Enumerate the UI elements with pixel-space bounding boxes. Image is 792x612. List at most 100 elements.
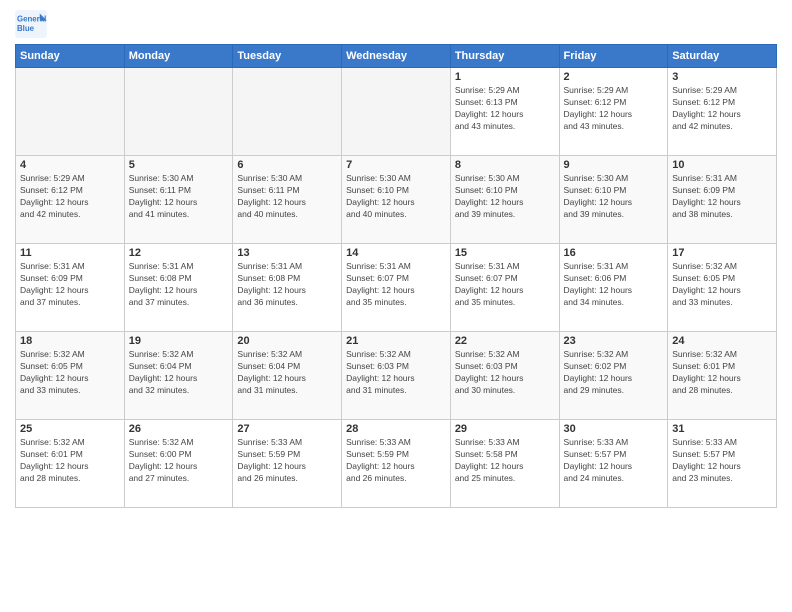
day-number: 18 <box>20 335 120 347</box>
day-number: 2 <box>564 71 664 83</box>
day-info: Sunrise: 5:32 AM Sunset: 6:02 PM Dayligh… <box>564 349 664 397</box>
calendar-header: SundayMondayTuesdayWednesdayThursdayFrid… <box>16 45 777 68</box>
day-info: Sunrise: 5:33 AM Sunset: 5:57 PM Dayligh… <box>672 437 772 485</box>
day-info: Sunrise: 5:32 AM Sunset: 6:05 PM Dayligh… <box>20 349 120 397</box>
calendar-cell: 12 Sunrise: 5:31 AM Sunset: 6:08 PM Dayli… <box>124 244 233 332</box>
calendar-cell: 8 Sunrise: 5:30 AM Sunset: 6:10 PM Daylig… <box>450 156 559 244</box>
weekday-header-monday: Monday <box>124 45 233 68</box>
day-info: Sunrise: 5:31 AM Sunset: 6:07 PM Dayligh… <box>455 261 555 309</box>
calendar-cell: 9 Sunrise: 5:30 AM Sunset: 6:10 PM Daylig… <box>559 156 668 244</box>
calendar-cell: 7 Sunrise: 5:30 AM Sunset: 6:10 PM Daylig… <box>342 156 451 244</box>
calendar-cell: 11 Sunrise: 5:31 AM Sunset: 6:09 PM Dayli… <box>16 244 125 332</box>
day-info: Sunrise: 5:32 AM Sunset: 6:03 PM Dayligh… <box>346 349 446 397</box>
page: General Blue SundayMondayTuesdayWednesda… <box>0 0 792 518</box>
calendar-cell: 26 Sunrise: 5:32 AM Sunset: 6:00 PM Dayli… <box>124 420 233 508</box>
day-info: Sunrise: 5:29 AM Sunset: 6:12 PM Dayligh… <box>564 85 664 133</box>
day-number: 23 <box>564 335 664 347</box>
day-number: 20 <box>237 335 337 347</box>
day-info: Sunrise: 5:32 AM Sunset: 6:04 PM Dayligh… <box>129 349 229 397</box>
day-info: Sunrise: 5:30 AM Sunset: 6:10 PM Dayligh… <box>455 173 555 221</box>
day-number: 4 <box>20 159 120 171</box>
day-info: Sunrise: 5:30 AM Sunset: 6:10 PM Dayligh… <box>346 173 446 221</box>
day-info: Sunrise: 5:32 AM Sunset: 6:01 PM Dayligh… <box>672 349 772 397</box>
calendar-cell: 19 Sunrise: 5:32 AM Sunset: 6:04 PM Dayli… <box>124 332 233 420</box>
day-info: Sunrise: 5:33 AM Sunset: 5:57 PM Dayligh… <box>564 437 664 485</box>
day-info: Sunrise: 5:29 AM Sunset: 6:13 PM Dayligh… <box>455 85 555 133</box>
day-number: 7 <box>346 159 446 171</box>
day-info: Sunrise: 5:32 AM Sunset: 6:04 PM Dayligh… <box>237 349 337 397</box>
day-info: Sunrise: 5:31 AM Sunset: 6:09 PM Dayligh… <box>672 173 772 221</box>
calendar-cell: 16Sunrise: 5:31 AM Sunset: 6:06 PM Dayli… <box>559 244 668 332</box>
calendar-cell <box>342 68 451 156</box>
day-info: Sunrise: 5:31 AM Sunset: 6:06 PM Dayligh… <box>564 261 664 309</box>
day-info: Sunrise: 5:29 AM Sunset: 6:12 PM Dayligh… <box>20 173 120 221</box>
day-number: 24 <box>672 335 772 347</box>
calendar-cell: 24 Sunrise: 5:32 AM Sunset: 6:01 PM Dayli… <box>668 332 777 420</box>
day-info: Sunrise: 5:31 AM Sunset: 6:07 PM Dayligh… <box>346 261 446 309</box>
week-row-4: 18 Sunrise: 5:32 AM Sunset: 6:05 PM Dayli… <box>16 332 777 420</box>
day-number: 28 <box>346 423 446 435</box>
week-row-3: 11 Sunrise: 5:31 AM Sunset: 6:09 PM Dayli… <box>16 244 777 332</box>
calendar-cell <box>124 68 233 156</box>
calendar-cell: 13 Sunrise: 5:31 AM Sunset: 6:08 PM Dayli… <box>233 244 342 332</box>
calendar-cell: 27Sunrise: 5:33 AM Sunset: 5:59 PM Dayli… <box>233 420 342 508</box>
day-number: 3 <box>672 71 772 83</box>
calendar-cell: 1 Sunrise: 5:29 AM Sunset: 6:13 PM Daylig… <box>450 68 559 156</box>
calendar-cell: 31 Sunrise: 5:33 AM Sunset: 5:57 PM Dayli… <box>668 420 777 508</box>
day-info: Sunrise: 5:29 AM Sunset: 6:12 PM Dayligh… <box>672 85 772 133</box>
calendar-cell: 5Sunrise: 5:30 AM Sunset: 6:11 PM Daylig… <box>124 156 233 244</box>
day-number: 12 <box>129 247 229 259</box>
day-number: 9 <box>564 159 664 171</box>
calendar-cell: 14 Sunrise: 5:31 AM Sunset: 6:07 PM Dayli… <box>342 244 451 332</box>
week-row-5: 25 Sunrise: 5:32 AM Sunset: 6:01 PM Dayli… <box>16 420 777 508</box>
weekday-header-friday: Friday <box>559 45 668 68</box>
calendar-cell <box>16 68 125 156</box>
day-number: 31 <box>672 423 772 435</box>
day-info: Sunrise: 5:33 AM Sunset: 5:59 PM Dayligh… <box>237 437 337 485</box>
calendar-cell: 28Sunrise: 5:33 AM Sunset: 5:59 PM Dayli… <box>342 420 451 508</box>
day-number: 15 <box>455 247 555 259</box>
calendar-cell: 6 Sunrise: 5:30 AM Sunset: 6:11 PM Daylig… <box>233 156 342 244</box>
calendar-cell <box>233 68 342 156</box>
calendar-cell: 23 Sunrise: 5:32 AM Sunset: 6:02 PM Dayli… <box>559 332 668 420</box>
calendar-cell: 3 Sunrise: 5:29 AM Sunset: 6:12 PM Daylig… <box>668 68 777 156</box>
day-info: Sunrise: 5:31 AM Sunset: 6:08 PM Dayligh… <box>129 261 229 309</box>
week-row-2: 4 Sunrise: 5:29 AM Sunset: 6:12 PM Daylig… <box>16 156 777 244</box>
day-number: 14 <box>346 247 446 259</box>
day-info: Sunrise: 5:31 AM Sunset: 6:09 PM Dayligh… <box>20 261 120 309</box>
calendar-cell: 20 Sunrise: 5:32 AM Sunset: 6:04 PM Dayli… <box>233 332 342 420</box>
day-number: 30 <box>564 423 664 435</box>
day-number: 11 <box>20 247 120 259</box>
logo: General Blue <box>15 10 47 38</box>
day-number: 13 <box>237 247 337 259</box>
calendar-cell: 10Sunrise: 5:31 AM Sunset: 6:09 PM Dayli… <box>668 156 777 244</box>
weekday-row: SundayMondayTuesdayWednesdayThursdayFrid… <box>16 45 777 68</box>
day-info: Sunrise: 5:32 AM Sunset: 6:00 PM Dayligh… <box>129 437 229 485</box>
day-info: Sunrise: 5:32 AM Sunset: 6:05 PM Dayligh… <box>672 261 772 309</box>
calendar: SundayMondayTuesdayWednesdayThursdayFrid… <box>15 44 777 508</box>
day-number: 19 <box>129 335 229 347</box>
day-number: 1 <box>455 71 555 83</box>
day-info: Sunrise: 5:30 AM Sunset: 6:10 PM Dayligh… <box>564 173 664 221</box>
day-number: 6 <box>237 159 337 171</box>
week-row-1: 1 Sunrise: 5:29 AM Sunset: 6:13 PM Daylig… <box>16 68 777 156</box>
weekday-header-sunday: Sunday <box>16 45 125 68</box>
calendar-cell: 21 Sunrise: 5:32 AM Sunset: 6:03 PM Dayli… <box>342 332 451 420</box>
day-number: 5 <box>129 159 229 171</box>
day-number: 8 <box>455 159 555 171</box>
calendar-cell: 15 Sunrise: 5:31 AM Sunset: 6:07 PM Dayli… <box>450 244 559 332</box>
day-number: 21 <box>346 335 446 347</box>
calendar-cell: 18 Sunrise: 5:32 AM Sunset: 6:05 PM Dayli… <box>16 332 125 420</box>
logo-icon: General Blue <box>15 10 47 38</box>
day-number: 25 <box>20 423 120 435</box>
weekday-header-tuesday: Tuesday <box>233 45 342 68</box>
day-info: Sunrise: 5:31 AM Sunset: 6:08 PM Dayligh… <box>237 261 337 309</box>
calendar-cell: 2 Sunrise: 5:29 AM Sunset: 6:12 PM Daylig… <box>559 68 668 156</box>
day-number: 17 <box>672 247 772 259</box>
day-info: Sunrise: 5:32 AM Sunset: 6:01 PM Dayligh… <box>20 437 120 485</box>
day-info: Sunrise: 5:30 AM Sunset: 6:11 PM Dayligh… <box>237 173 337 221</box>
weekday-header-wednesday: Wednesday <box>342 45 451 68</box>
calendar-cell: 4 Sunrise: 5:29 AM Sunset: 6:12 PM Daylig… <box>16 156 125 244</box>
day-number: 26 <box>129 423 229 435</box>
calendar-cell: 30 Sunrise: 5:33 AM Sunset: 5:57 PM Dayli… <box>559 420 668 508</box>
